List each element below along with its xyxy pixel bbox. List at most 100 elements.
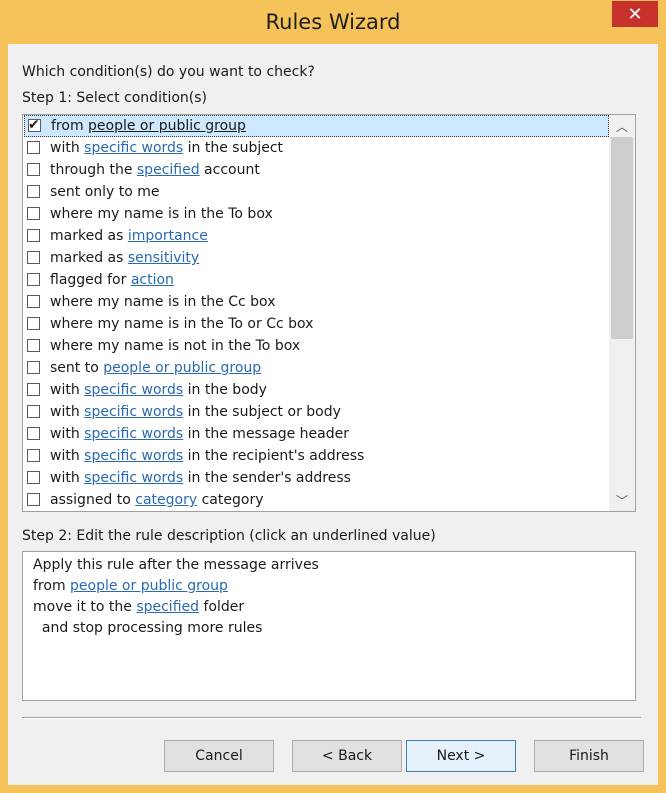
condition-row[interactable]: where my name is in the To or Cc box [24, 313, 609, 335]
description-text: Apply this rule after the message arrive… [33, 557, 319, 573]
condition-link[interactable]: action [131, 272, 174, 288]
condition-text: where my name is not in the To box [50, 338, 301, 354]
condition-text: in the subject or body [183, 404, 341, 420]
condition-checkbox[interactable] [27, 251, 40, 264]
chevron-up-icon: ︿ [615, 119, 628, 134]
condition-checkbox[interactable] [27, 361, 40, 374]
condition-checkbox[interactable] [27, 405, 40, 418]
condition-link[interactable]: specific words [84, 382, 183, 398]
condition-link[interactable]: specific words [84, 470, 183, 486]
condition-list-scrollbar[interactable]: ︿ ﹀ [609, 115, 635, 511]
step2-label: Step 2: Edit the rule description (click… [22, 528, 436, 544]
condition-checkbox[interactable] [27, 273, 40, 286]
condition-row[interactable]: with specific words in the body [24, 379, 609, 401]
condition-link[interactable]: specific words [84, 448, 183, 464]
window-title: Rules Wizard [265, 10, 401, 34]
condition-row[interactable]: with specific words in the subject or bo… [24, 401, 609, 423]
condition-text: in the body [183, 382, 267, 398]
condition-checkbox[interactable] [27, 229, 40, 242]
condition-text: category [197, 492, 264, 508]
condition-link[interactable]: category [135, 492, 197, 508]
condition-row[interactable]: ✔ from people or public group [24, 115, 609, 137]
condition-row[interactable]: marked as sensitivity [24, 247, 609, 269]
condition-text: account [199, 162, 260, 178]
next-button[interactable]: Next > [406, 740, 516, 772]
condition-row[interactable]: with specific words in the recipient's a… [24, 445, 609, 467]
condition-checkbox[interactable] [27, 339, 40, 352]
condition-text: with [50, 404, 85, 420]
condition-link[interactable]: sensitivity [128, 250, 199, 266]
condition-link[interactable]: specified [137, 162, 200, 178]
rules-wizard-window: Rules Wizard ✕ Which condition(s) do you… [0, 0, 666, 793]
separator [22, 717, 641, 719]
condition-checkbox[interactable] [27, 295, 40, 308]
description-link[interactable]: people or public group [70, 578, 228, 594]
close-icon: ✕ [627, 3, 643, 25]
condition-text: through the [50, 162, 137, 178]
rule-description-box: Apply this rule after the message arrive… [22, 551, 636, 701]
condition-text: where my name is in the To box [50, 206, 273, 222]
condition-prompt: Which condition(s) do you want to check? [22, 64, 315, 80]
condition-list-items: ✔ from people or public group with specifi… [23, 115, 609, 511]
condition-checkbox[interactable] [27, 207, 40, 220]
condition-row[interactable]: flagged for action [24, 269, 609, 291]
condition-row[interactable]: sent only to me [24, 181, 609, 203]
condition-checkbox[interactable] [27, 163, 40, 176]
condition-checkbox[interactable] [27, 427, 40, 440]
condition-checkbox[interactable] [27, 471, 40, 484]
cancel-button[interactable]: Cancel [164, 740, 274, 772]
condition-list[interactable]: ✔ from people or public group with specifi… [22, 114, 636, 512]
condition-checkbox[interactable] [27, 317, 40, 330]
scroll-down-button[interactable]: ﹀ [609, 489, 635, 511]
condition-checkbox[interactable] [27, 383, 40, 396]
chevron-down-icon: ﹀ [615, 493, 628, 508]
condition-row[interactable]: where my name is not in the To box [24, 335, 609, 357]
description-line: Apply this rule after the message arrive… [33, 555, 625, 576]
condition-text: flagged for [50, 272, 131, 288]
condition-text: in the subject [183, 140, 284, 156]
dialog-client-area: Which condition(s) do you want to check?… [8, 44, 658, 785]
condition-checkbox[interactable] [27, 185, 40, 198]
condition-text: with [50, 140, 85, 156]
description-link[interactable]: specified [136, 599, 199, 615]
condition-checkbox[interactable] [27, 493, 40, 506]
description-line: move it to the specified folder [33, 597, 625, 618]
condition-row[interactable]: marked as importance [24, 225, 609, 247]
back-button[interactable]: < Back [292, 740, 402, 772]
condition-text: where my name is in the To or Cc box [50, 316, 314, 332]
condition-row[interactable]: with specific words in the message heade… [24, 423, 609, 445]
condition-text: marked as [50, 250, 128, 266]
scroll-up-button[interactable]: ︿ [609, 115, 635, 137]
condition-text: with [50, 382, 85, 398]
condition-text: sent only to me [50, 184, 160, 200]
description-text: and stop processing more rules [33, 620, 263, 636]
condition-row[interactable]: through the specified account [24, 159, 609, 181]
condition-row[interactable]: where my name is in the To box [24, 203, 609, 225]
condition-link[interactable]: people or public group [103, 360, 261, 376]
condition-link[interactable]: specific words [84, 404, 183, 420]
condition-text: marked as [50, 228, 128, 244]
close-button[interactable]: ✕ [612, 1, 658, 27]
condition-link[interactable]: importance [128, 228, 208, 244]
condition-link[interactable]: specific words [84, 426, 183, 442]
condition-row[interactable]: with specific words in the sender's addr… [24, 467, 609, 489]
scroll-thumb[interactable] [611, 137, 633, 339]
condition-link[interactable]: specific words [84, 140, 183, 156]
condition-text: where my name is in the Cc box [50, 294, 276, 310]
condition-checkbox[interactable]: ✔ [28, 117, 41, 133]
finish-button[interactable]: Finish [534, 740, 644, 772]
condition-text: sent to [50, 360, 104, 376]
condition-text: from [51, 118, 89, 134]
condition-link[interactable]: people or public group [88, 118, 246, 134]
description-text: from [33, 578, 71, 594]
condition-text: assigned to [50, 492, 136, 508]
condition-row[interactable]: with specific words in the subject [24, 137, 609, 159]
condition-checkbox[interactable] [27, 141, 40, 154]
condition-row[interactable]: sent to people or public group [24, 357, 609, 379]
condition-row[interactable]: assigned to category category [24, 489, 609, 511]
condition-checkbox[interactable] [27, 449, 40, 462]
condition-text: in the sender's address [183, 470, 351, 486]
condition-row[interactable]: where my name is in the Cc box [24, 291, 609, 313]
title-bar[interactable]: Rules Wizard ✕ [0, 0, 666, 44]
condition-text: in the message header [183, 426, 349, 442]
